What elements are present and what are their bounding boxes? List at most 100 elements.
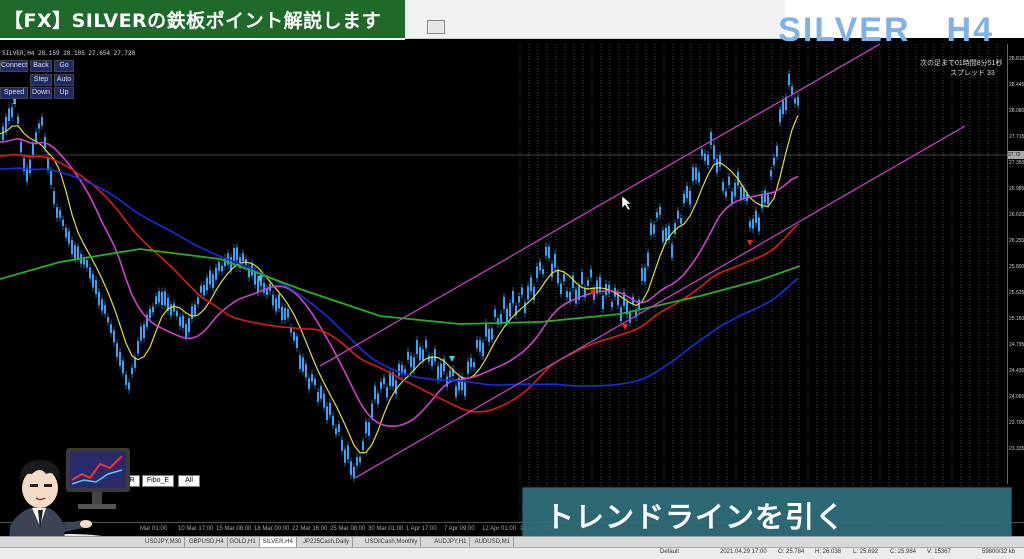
candle-body bbox=[716, 158, 718, 173]
candle-body bbox=[611, 301, 613, 308]
candle-body bbox=[794, 98, 796, 104]
chart-tab[interactable]: AUDJPY,H1 bbox=[431, 537, 471, 547]
candle-body bbox=[329, 402, 331, 415]
mt4-toolbar bbox=[405, 0, 785, 39]
candle-body bbox=[29, 159, 31, 174]
candle-body bbox=[476, 339, 478, 349]
candle-body bbox=[176, 310, 178, 317]
fibo-e-button[interactable]: Fibo_E bbox=[142, 475, 174, 487]
candle-body bbox=[347, 445, 349, 460]
candle-body bbox=[131, 367, 133, 375]
candle-body bbox=[200, 285, 202, 293]
auto-button[interactable]: Auto bbox=[54, 74, 74, 86]
chart-tab[interactable]: GOLD,H1 bbox=[226, 537, 260, 547]
candle-body bbox=[710, 132, 712, 145]
candle-body bbox=[467, 361, 469, 374]
current-price-tag: 27.72 bbox=[1008, 151, 1024, 159]
candle-body bbox=[488, 328, 490, 342]
price-axis-label: 28.810 bbox=[1009, 56, 1024, 62]
candle-body bbox=[653, 224, 655, 234]
candle-body bbox=[659, 206, 661, 215]
chart-tab[interactable]: SILVER,H4 bbox=[259, 537, 297, 547]
candle-body bbox=[50, 170, 52, 185]
candle-body bbox=[389, 373, 391, 387]
title-banner-text: 【FX】SILVERの鉄板ポイント解説します bbox=[4, 10, 382, 32]
connect-button[interactable]: Connect bbox=[0, 60, 28, 72]
candle-body bbox=[545, 246, 547, 256]
chart-tab[interactable]: GBPUSD,H4 bbox=[186, 537, 228, 547]
status-high: H: 26.038 bbox=[815, 549, 842, 555]
candle-body bbox=[191, 306, 193, 319]
candle-body bbox=[719, 155, 721, 167]
candle-body bbox=[101, 299, 103, 311]
candle-body bbox=[179, 316, 181, 326]
candle-body bbox=[125, 374, 127, 386]
price-chart[interactable] bbox=[0, 44, 1007, 522]
candle-body bbox=[701, 149, 703, 156]
candle-body bbox=[560, 283, 562, 295]
price-axis-label: 24.795 bbox=[1009, 342, 1024, 348]
candle-body bbox=[788, 73, 790, 86]
candle-body bbox=[602, 295, 604, 310]
candle-body bbox=[647, 252, 649, 267]
candle-body bbox=[152, 306, 154, 313]
up-button[interactable]: Up bbox=[54, 87, 74, 99]
candle-body bbox=[98, 291, 100, 306]
candle-body bbox=[539, 261, 541, 271]
chart-tab[interactable]: USDJPY,M30 bbox=[142, 537, 186, 547]
back-button[interactable]: Back bbox=[30, 60, 52, 72]
candle-body bbox=[17, 116, 19, 124]
down-button[interactable]: Down bbox=[30, 87, 52, 99]
candle-body bbox=[77, 246, 79, 259]
candle-body bbox=[233, 247, 235, 262]
window-icon[interactable] bbox=[427, 20, 445, 34]
status-datetime: 2021.04.29 17:00 bbox=[720, 549, 767, 555]
candle-body bbox=[272, 294, 274, 306]
candle-body bbox=[353, 466, 355, 479]
candle-body bbox=[440, 363, 442, 378]
go-button[interactable]: Go bbox=[54, 60, 74, 72]
candle-body bbox=[494, 309, 496, 318]
candle-body bbox=[506, 308, 508, 323]
candle-body bbox=[512, 290, 514, 304]
signal-arrow bbox=[747, 240, 753, 246]
candle-body bbox=[5, 117, 7, 131]
candle-body bbox=[311, 374, 313, 382]
candle-body bbox=[722, 182, 724, 191]
candle-body bbox=[782, 100, 784, 115]
candle-body bbox=[503, 296, 505, 310]
candle-body bbox=[155, 296, 157, 305]
price-axis-label: 28.080 bbox=[1009, 108, 1024, 114]
candle-body bbox=[386, 387, 388, 398]
candle-body bbox=[749, 221, 751, 228]
candle-body bbox=[110, 324, 112, 333]
speed-button[interactable]: Speed 1 bbox=[0, 87, 28, 106]
candle-body bbox=[449, 370, 451, 378]
step-button[interactable]: Step bbox=[30, 74, 52, 86]
time-axis-label: 12 Apr 01:00 bbox=[482, 526, 517, 532]
candle-body bbox=[212, 274, 214, 288]
price-axis-label: 27.715 bbox=[1009, 134, 1024, 140]
candle-body bbox=[713, 145, 715, 160]
candle-body bbox=[395, 380, 397, 395]
candle-body bbox=[554, 253, 556, 268]
candle-body bbox=[164, 291, 166, 306]
time-axis-label: Mar 01:00 bbox=[140, 526, 168, 532]
candle-body bbox=[374, 386, 376, 400]
price-axis-label: 23.700 bbox=[1009, 420, 1024, 426]
candle-body bbox=[563, 273, 565, 282]
candle-body bbox=[317, 392, 319, 402]
candle-body bbox=[557, 270, 559, 284]
price-axis-label: 23.335 bbox=[1009, 446, 1024, 452]
candle-body bbox=[215, 267, 217, 280]
chart-tab[interactable]: AUDUSD,M1 bbox=[472, 537, 514, 547]
chart-tab[interactable]: JP225Cash,Daily bbox=[300, 537, 354, 547]
candle-body bbox=[656, 212, 658, 218]
ma-mid-line bbox=[0, 137, 799, 428]
mouse-cursor bbox=[621, 195, 632, 211]
candle-body bbox=[791, 86, 793, 95]
candle-body bbox=[257, 278, 259, 293]
all-button[interactable]: All bbox=[178, 475, 200, 487]
chart-tab[interactable]: USOilCash,Monthly bbox=[362, 537, 422, 547]
candle-body bbox=[341, 439, 343, 451]
